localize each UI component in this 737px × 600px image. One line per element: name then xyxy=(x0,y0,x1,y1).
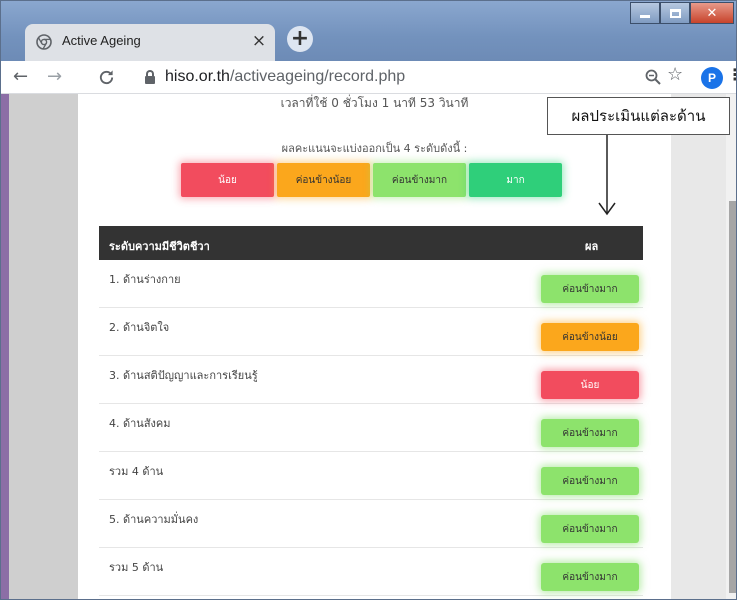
header-level: ระดับความมีชีวิตชีวา xyxy=(109,240,210,253)
scrollbar-thumb[interactable] xyxy=(729,201,736,593)
table-row: 5. ด้านความมั่นคง ค่อนข้างมาก xyxy=(99,500,643,548)
window-controls: ✕ xyxy=(630,2,734,24)
browser-window: Active Ageing × + ✕ ← → hiso.or.th/activ… xyxy=(0,0,737,600)
chrome-favicon-icon xyxy=(36,34,52,50)
result-badge: น้อย xyxy=(541,371,639,399)
page-margin xyxy=(671,94,726,599)
close-window-button[interactable]: ✕ xyxy=(690,2,734,24)
results-panel: เวลาที่ใช้ 0 ชั่วโมง 1 นาที 53 วินาที ผล… xyxy=(78,94,671,599)
star-icon[interactable]: ☆ xyxy=(667,64,683,85)
row-label: รวม 4 ด้าน xyxy=(109,465,164,478)
table-row: รวม 5 ด้าน ค่อนข้างมาก xyxy=(99,548,643,596)
reload-icon[interactable] xyxy=(98,69,115,86)
back-icon[interactable]: ← xyxy=(13,66,28,87)
legend-chip-fairly-high: ค่อนข้างมาก xyxy=(373,163,466,197)
header-result: ผล xyxy=(585,240,599,253)
row-label: 1. ด้านร่างกาย xyxy=(109,273,181,286)
lock-icon xyxy=(145,70,155,84)
table-row: 1. ด้านร่างกาย ค่อนข้างมาก xyxy=(99,260,643,308)
table-row: 4. ด้านสังคม ค่อนข้างมาก xyxy=(99,404,643,452)
browser-toolbar: ← → hiso.or.th/activeageing/record.php ☆… xyxy=(1,61,736,94)
new-tab-button[interactable]: + xyxy=(287,26,313,52)
table-row: 3. ด้านสติปัญญาและการเรียนรู้ น้อย xyxy=(99,356,643,404)
legend-chip-low: น้อย xyxy=(181,163,274,197)
row-label: รวม 5 ด้าน xyxy=(109,561,164,574)
title-bar: Active Ageing × + ✕ xyxy=(1,1,736,61)
row-label: 2. ด้านจิตใจ xyxy=(109,321,170,334)
browser-tab[interactable]: Active Ageing × xyxy=(25,24,275,61)
result-badge: ค่อนข้างน้อย xyxy=(541,323,639,351)
table-row: รวม 4 ด้าน ค่อนข้างมาก xyxy=(99,452,643,500)
minimize-button[interactable] xyxy=(630,2,660,24)
result-badge: ค่อนข้างมาก xyxy=(541,515,639,543)
row-label: 5. ด้านความมั่นคง xyxy=(109,513,199,526)
avatar[interactable]: P xyxy=(701,67,723,89)
result-badge: ค่อนข้างมาก xyxy=(541,563,639,591)
menu-icon[interactable]: ⋮ xyxy=(727,65,736,84)
table-header: ระดับความมีชีวิตชีวา ผล xyxy=(99,226,643,260)
result-badge: ค่อนข้างมาก xyxy=(541,275,639,303)
desktop-edge xyxy=(1,94,9,599)
legend-chip-fairly-low: ค่อนข้างน้อย xyxy=(277,163,370,197)
maximize-button[interactable] xyxy=(660,2,690,24)
result-badge: ค่อนข้างมาก xyxy=(541,467,639,495)
arrow-down-icon xyxy=(598,135,616,216)
tab-title: Active Ageing xyxy=(62,33,141,48)
forward-icon[interactable]: → xyxy=(47,66,62,87)
row-label: 4. ด้านสังคม xyxy=(109,417,171,430)
url-text: hiso.or.th/activeageing/record.php xyxy=(165,68,406,85)
score-legend: น้อย ค่อนข้างน้อย ค่อนข้างมาก มาก xyxy=(181,163,562,197)
legend-chip-high: มาก xyxy=(469,163,562,197)
row-label: 3. ด้านสติปัญญาและการเรียนรู้ xyxy=(109,369,258,382)
legend-title: ผลคะแนนจะแบ่งออกเป็น 4 ระดับดังนี้ : xyxy=(281,142,468,155)
address-bar[interactable]: hiso.or.th/activeageing/record.php xyxy=(135,65,675,91)
tab-close-icon[interactable]: × xyxy=(251,30,267,52)
callout-label: ผลประเมินแต่ละด้าน xyxy=(547,97,730,135)
table-row: 2. ด้านจิตใจ ค่อนข้างน้อย xyxy=(99,308,643,356)
zoom-icon[interactable] xyxy=(644,68,662,86)
page-viewport: เวลาที่ใช้ 0 ชั่วโมง 1 นาที 53 วินาที ผล… xyxy=(1,94,736,599)
result-badge: ค่อนข้างมาก xyxy=(541,419,639,447)
